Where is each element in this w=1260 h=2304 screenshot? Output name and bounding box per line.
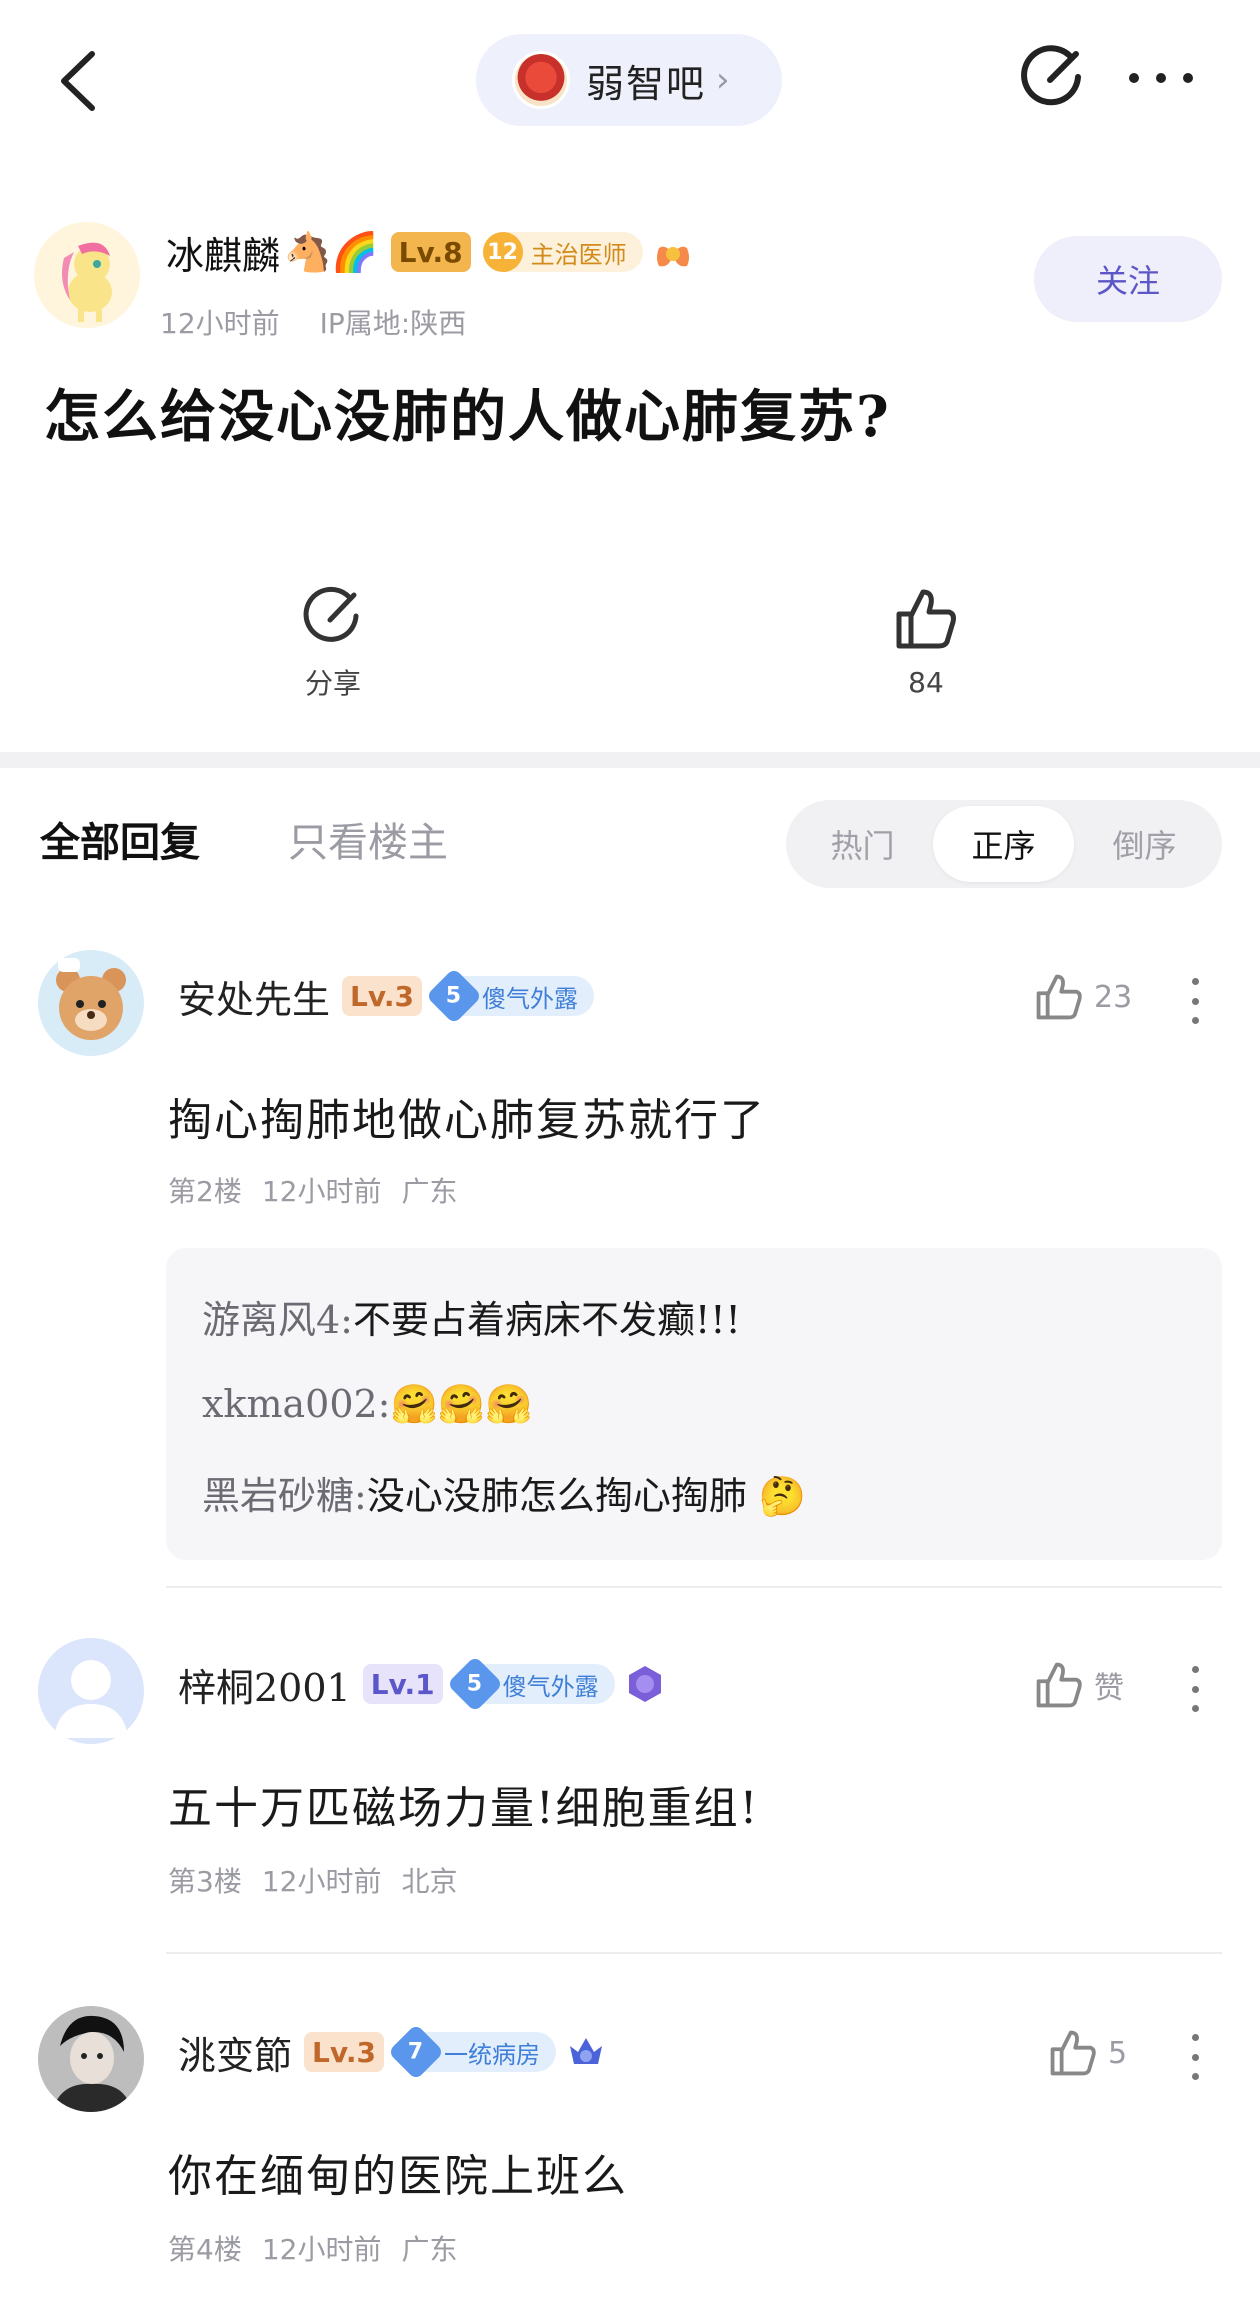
tab-all-replies[interactable]: 全部回复 <box>40 810 200 868</box>
sub-reply: 游离风4: 不要占着病床不发癫!!! <box>202 1272 1186 1360</box>
reply-time: 12小时前 <box>261 1865 382 1898</box>
share-label: 分享 <box>304 667 361 700</box>
sub-reply-text: 没心没肺怎么掏心掏肺 🤔 <box>366 1473 807 1518</box>
like-button[interactable]: 84 <box>866 586 986 699</box>
level-badge: Lv.3 <box>342 976 422 1016</box>
reply-divider <box>166 1586 1222 1588</box>
rank-crown-icon <box>569 2038 602 2064</box>
forum-avatar <box>512 51 570 109</box>
level-badge: Lv.3 <box>304 2032 384 2072</box>
section-separator <box>0 752 1260 768</box>
title-badge-number: 5 <box>446 1655 503 1713</box>
title-badge-number: 5 <box>425 967 483 1025</box>
title-badge: 12 主治医师 <box>482 232 643 272</box>
reply-location: 广东 <box>401 1175 458 1208</box>
title-badge-text: 傻气外露 <box>502 1672 599 1701</box>
sub-reply-author[interactable]: xkma002: <box>202 1382 390 1426</box>
reply-author-row: 洮变節 Lv.3 7 一统病房 <box>178 2023 606 2081</box>
reply-like-button[interactable]: 5 <box>1048 2028 1127 2078</box>
thumbs-up-icon <box>1036 974 1082 1020</box>
avatar[interactable] <box>38 1638 144 1744</box>
reply-time: 12小时前 <box>261 1175 382 1208</box>
sub-replies-box[interactable]: 游离风4: 不要占着病床不发癫!!! xkma002: 🤗🤗🤗 黑岩砂糖: 没心… <box>166 1248 1222 1560</box>
share-icon[interactable] <box>1020 44 1086 110</box>
reply-like-count: 5 <box>1108 2035 1128 2071</box>
title-badge-number: 7 <box>387 2023 445 2081</box>
tab-owner-only[interactable]: 只看楼主 <box>288 810 448 868</box>
sub-reply: 黑岩砂糖: 没心没肺怎么掏心掏肺 🤔 <box>202 1448 1186 1536</box>
thumbs-up-icon <box>1036 1662 1082 1708</box>
ip-location: IP属地:陕西 <box>319 307 467 340</box>
reply-floor: 第2楼 <box>168 1175 242 1208</box>
title-badge-text: 傻气外露 <box>481 984 578 1013</box>
sub-reply-text: 不要占着病床不发癫!!! <box>352 1297 741 1342</box>
author-emoji-decoration: 🐴🌈 <box>284 229 379 274</box>
forum-name: 弱智吧 <box>586 61 707 106</box>
rank-medal-icon <box>628 1666 661 1702</box>
reply-author-row: 梓桐2001 Lv.1 5 傻气外露 <box>178 1655 665 1713</box>
more-options-icon[interactable] <box>1126 66 1196 90</box>
reply-more-icon[interactable] <box>1190 978 1200 1024</box>
title-badge-text: 主治医师 <box>530 240 627 269</box>
reply-more-icon[interactable] <box>1190 2034 1200 2080</box>
reply-like-count: 23 <box>1094 979 1133 1015</box>
sub-reply-text: 🤗🤗🤗 <box>390 1381 533 1426</box>
sub-reply-author[interactable]: 游离风4: <box>202 1289 353 1344</box>
sort-toggle: 热门 正序 倒序 <box>786 800 1222 888</box>
reply-author-row: 安处先生 Lv.3 5 傻气外露 <box>178 967 594 1025</box>
sort-ascending[interactable]: 正序 <box>933 806 1074 882</box>
reply-divider <box>166 1952 1222 1954</box>
thumbs-up-icon <box>1050 2030 1096 2076</box>
author-name[interactable]: 冰麒麟 <box>166 225 280 280</box>
forum-link[interactable]: 弱智吧 › <box>476 34 782 126</box>
reply-content: 掏心掏肺地做心肺复苏就行了 <box>168 1095 766 1146</box>
title-badge: 5 傻气外露 <box>425 967 594 1025</box>
avatar[interactable] <box>38 2006 144 2112</box>
reply-like-button[interactable]: 23 <box>1034 972 1132 1022</box>
title-badge-text: 一统病房 <box>443 2040 540 2069</box>
title-badge-number: 12 <box>482 232 523 272</box>
chevron-right-icon: › <box>716 60 730 100</box>
level-badge: Lv.1 <box>362 1664 443 1704</box>
sort-descending[interactable]: 倒序 <box>1074 806 1215 882</box>
reply-like-count: 赞 <box>1094 1671 1124 1706</box>
reply-content: 五十万匹磁场力量!细胞重组! <box>168 1783 760 1834</box>
follow-button[interactable]: 关注 <box>1034 236 1222 322</box>
reply-more-icon[interactable] <box>1190 1666 1200 1712</box>
level-badge: Lv.8 <box>390 232 471 272</box>
sub-reply-author[interactable]: 黑岩砂糖: <box>202 1465 367 1520</box>
reply-meta: 第3楼 12小时前 北京 <box>168 1860 457 1900</box>
reply-time: 12小时前 <box>261 2233 382 2266</box>
reply-location: 北京 <box>401 1865 458 1898</box>
share-button[interactable]: 分享 <box>273 586 393 702</box>
sort-hot[interactable]: 热门 <box>792 806 933 882</box>
back-arrow-icon[interactable] <box>52 48 104 114</box>
title-badge: 5 傻气外露 <box>446 1655 615 1713</box>
reply-location: 广东 <box>401 2233 458 2266</box>
like-count: 84 <box>908 666 944 699</box>
avatar[interactable] <box>38 950 144 1056</box>
reply-floor: 第3楼 <box>168 1865 242 1898</box>
author-info: 冰麒麟 🐴🌈 Lv.8 12 主治医师 <box>166 226 693 278</box>
reply-meta: 第4楼 12小时前 广东 <box>168 2228 457 2268</box>
reply-meta: 第2楼 12小时前 广东 <box>168 1170 457 1210</box>
share-icon <box>303 586 359 642</box>
sub-reply: xkma002: 🤗🤗🤗 <box>202 1360 1186 1448</box>
post-title: 怎么给没心没肺的人做心肺复苏? <box>44 384 891 450</box>
reply-content: 你在缅甸的医院上班么 <box>168 2151 628 2202</box>
lungs-icon <box>656 240 689 267</box>
thumbs-up-icon <box>896 589 956 649</box>
reply-like-button[interactable]: 赞 <box>1034 1660 1124 1710</box>
reply-floor: 第4楼 <box>168 2233 242 2266</box>
author-avatar[interactable] <box>34 222 140 328</box>
reply-author-name[interactable]: 梓桐2001 <box>178 1657 351 1712</box>
post-meta: 12小时前 IP属地:陕西 <box>160 302 466 342</box>
post-time: 12小时前 <box>160 307 280 340</box>
reply-author-name[interactable]: 洮变節 <box>178 2025 292 2080</box>
title-badge: 7 一统病房 <box>387 2023 556 2081</box>
reply-author-name[interactable]: 安处先生 <box>178 969 330 1024</box>
top-bar: 弱智吧 › <box>0 0 1260 160</box>
